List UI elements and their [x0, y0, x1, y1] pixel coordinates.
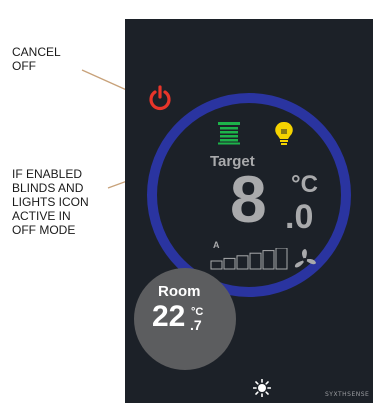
brand-logo: SYXTHSENSE	[325, 391, 370, 398]
fan-speed-bar[interactable]	[262, 250, 275, 270]
target-temperature-unit: °C	[291, 171, 318, 198]
fan-speed-bar[interactable]	[223, 257, 236, 270]
sun-icon[interactable]	[252, 378, 272, 398]
blinds-icon[interactable]	[217, 121, 241, 145]
power-icon[interactable]	[146, 84, 174, 112]
light-bulb-icon[interactable]	[275, 121, 293, 147]
fan-speed-bar[interactable]	[236, 255, 249, 270]
fan-speed-bar[interactable]	[275, 248, 288, 270]
target-temperature-integer[interactable]: 8	[230, 166, 267, 232]
fan-speed-bar[interactable]	[249, 252, 262, 270]
room-temperature-integer: 22	[152, 300, 186, 333]
fan-icon[interactable]	[292, 247, 318, 273]
target-temperature-decimal: .0	[285, 198, 314, 236]
fan-speed-bars[interactable]	[210, 248, 290, 270]
room-temperature-decimal: .7	[190, 317, 202, 333]
room-label: Room	[158, 283, 201, 300]
fan-speed-bar[interactable]	[210, 260, 223, 270]
